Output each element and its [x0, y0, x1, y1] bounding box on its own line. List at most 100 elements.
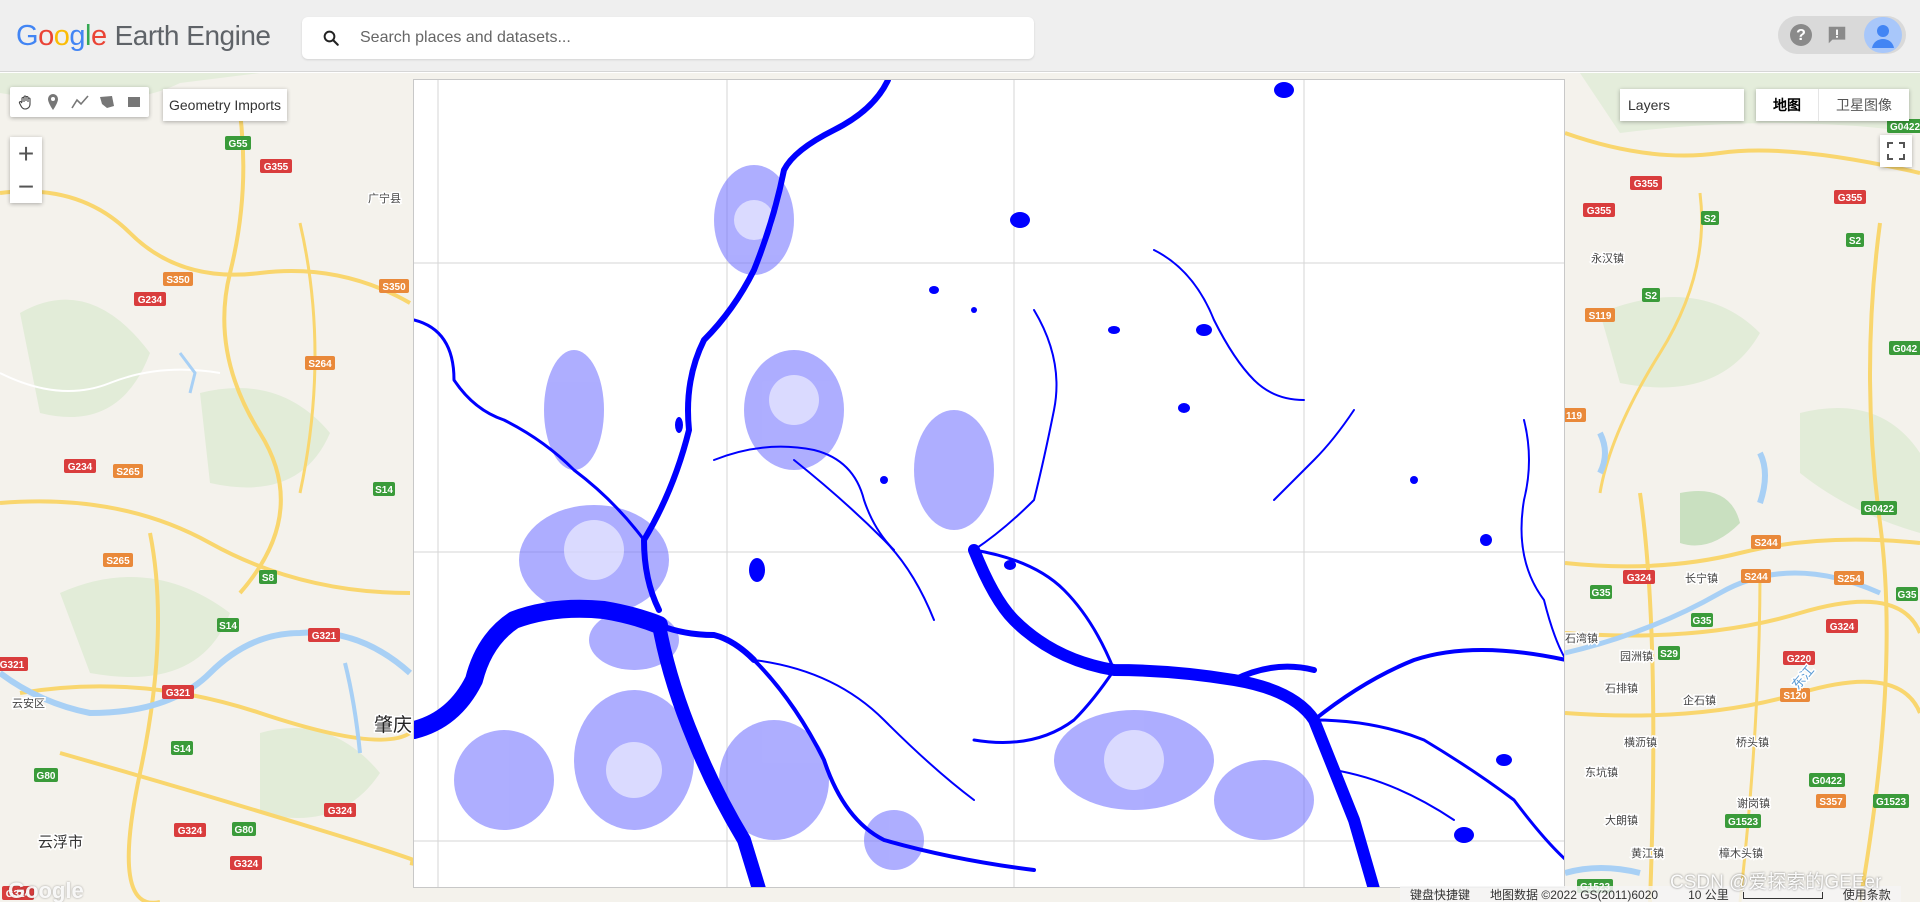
search-box[interactable] [302, 17, 1034, 59]
road-shield: G355 [1834, 190, 1866, 204]
place-label: 云安区 [12, 696, 45, 710]
road-shield: G321 [0, 657, 28, 671]
svg-text:S244: S244 [1754, 538, 1778, 549]
layers-panel[interactable]: Layers [1620, 89, 1744, 121]
place-label: 谢岗镇 [1737, 796, 1770, 810]
svg-text:G321: G321 [0, 660, 25, 671]
road-shield: G042 [1889, 341, 1920, 355]
map-labels-right: G0422 G355 G355 G355 S2 S2 S2 S119 G042 … [1565, 119, 1920, 893]
road-shield: G0422 [1809, 773, 1845, 787]
svg-text:S14: S14 [375, 485, 393, 496]
header-actions: ? [1778, 16, 1906, 54]
road-shield: S8 [259, 570, 277, 584]
road-shield: G0422 [1887, 119, 1920, 133]
zoom-in-button[interactable]: + [10, 137, 42, 170]
place-label: 云浮市 [38, 833, 83, 851]
place-label: 黄江镇 [1631, 846, 1664, 860]
account-button[interactable] [1864, 17, 1902, 53]
place-label: 桥头镇 [1736, 735, 1769, 749]
svg-text:G324: G324 [1627, 573, 1652, 584]
road-shield: G355 [1583, 203, 1615, 217]
svg-text:G355: G355 [1587, 206, 1612, 217]
road-shield: G324 [230, 856, 262, 870]
svg-text:S119: S119 [1589, 311, 1612, 322]
polygon-icon [99, 96, 114, 108]
road-shield: 119 [1565, 408, 1586, 422]
map-type-roadmap[interactable]: 地图 [1756, 89, 1819, 121]
search-icon[interactable] [302, 29, 360, 47]
polygon-tool[interactable] [93, 87, 120, 117]
keyboard-shortcuts-link[interactable]: 键盘快捷键 [1400, 886, 1480, 902]
map-type-satellite[interactable]: 卫星图像 [1819, 89, 1909, 121]
svg-text:S14: S14 [173, 744, 191, 755]
road-shield: G35 [1590, 585, 1612, 599]
road-shield: G234 [134, 292, 166, 306]
road-shield: G321 [308, 628, 340, 642]
feedback-button[interactable] [1822, 20, 1852, 50]
rectangle-tool[interactable] [120, 87, 147, 117]
svg-text:G324: G324 [328, 806, 353, 817]
svg-text:G80: G80 [37, 771, 56, 782]
pan-hand-tool[interactable] [12, 87, 39, 117]
road-shield: S2 [1846, 233, 1864, 247]
svg-text:S14: S14 [219, 621, 237, 632]
svg-text:?: ? [1796, 27, 1806, 44]
svg-text:G1523: G1523 [1876, 797, 1906, 808]
map-canvas[interactable]: G55 G355 S350 G234 S350 S264 G234 S265 S… [0, 73, 1920, 902]
logo-letter: o [38, 19, 54, 52]
place-label: 横沥镇 [1624, 735, 1657, 749]
road-shield: G324 [174, 823, 206, 837]
fullscreen-button[interactable] [1880, 135, 1912, 167]
water-mask-layer [413, 79, 1565, 888]
svg-text:S350: S350 [382, 282, 406, 293]
road-shield: S2 [1701, 211, 1719, 225]
google-watermark: Google [8, 878, 84, 902]
map-data-text: 地图数据 ©2022 GS(2011)6020 [1490, 887, 1659, 902]
road-shield: G80 [232, 822, 256, 836]
road-shield: G355 [1630, 176, 1662, 190]
rectangle-icon [127, 97, 140, 107]
fullscreen-icon [1887, 142, 1905, 160]
product-name: Earth Engine [114, 20, 271, 51]
search-input[interactable] [360, 29, 1000, 47]
road-shield: G0422 [1861, 501, 1897, 515]
place-label: 企石镇 [1683, 693, 1716, 707]
place-label: 石排镇 [1605, 681, 1638, 695]
zoom-control: + − [10, 137, 42, 203]
svg-text:S2: S2 [1704, 214, 1717, 225]
line-tool[interactable] [66, 87, 93, 117]
svg-text:G321: G321 [312, 631, 337, 642]
place-label: 石湾镇 [1565, 631, 1598, 645]
map-type-control: 地图 卫星图像 [1756, 89, 1909, 121]
earth-engine-app: Google Earth Engine ? [0, 0, 1920, 902]
logo-letter: o [53, 19, 70, 52]
road-shield: G80 [34, 768, 58, 782]
road-shield: G1523 [1873, 794, 1909, 808]
road-shield: S350 [379, 279, 409, 293]
point-marker-tool[interactable] [39, 87, 66, 117]
svg-text:S357: S357 [1819, 797, 1843, 808]
place-label: 长宁镇 [1685, 571, 1718, 585]
csdn-watermark: CSDN @爱探索的GEEer [1670, 872, 1882, 893]
google-earth-engine-logo[interactable]: Google Earth Engine [16, 16, 271, 56]
road-shield: G35 [1691, 613, 1713, 627]
logo-letter: g [69, 19, 85, 52]
road-shield: S265 [113, 464, 143, 478]
logo-letter: e [90, 19, 107, 52]
svg-text:S8: S8 [262, 573, 275, 584]
svg-text:S2: S2 [1849, 236, 1862, 247]
svg-text:G324: G324 [1830, 622, 1855, 633]
geometry-imports-button[interactable]: Geometry Imports [163, 89, 287, 121]
svg-text:G324: G324 [178, 826, 203, 837]
road-shield: G324 [1826, 619, 1858, 633]
svg-text:S120: S120 [1783, 691, 1807, 702]
svg-text:G80: G80 [235, 825, 254, 836]
zoom-out-button[interactable]: − [10, 170, 42, 203]
road-shield: G220 [1783, 651, 1815, 665]
road-shield: G234 [64, 459, 96, 473]
road-shield: S357 [1816, 794, 1846, 808]
svg-text:119: 119 [1566, 411, 1583, 422]
question-mark-icon: ? [1790, 24, 1812, 46]
svg-text:G220: G220 [1787, 654, 1812, 665]
help-button[interactable]: ? [1786, 20, 1816, 50]
